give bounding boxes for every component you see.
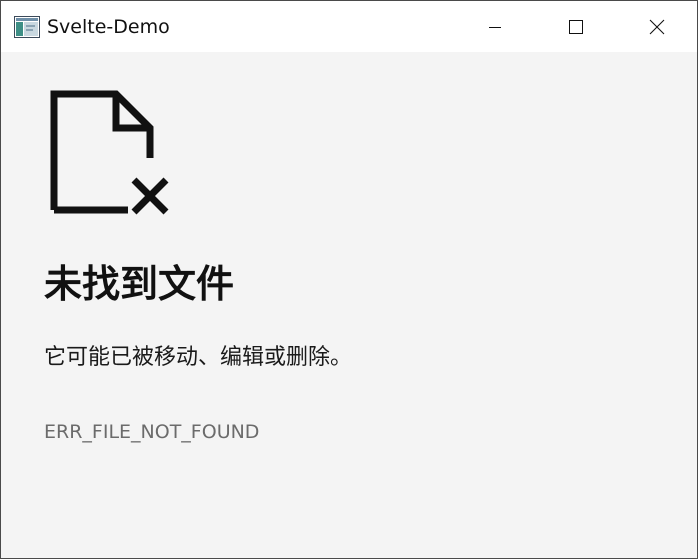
minimize-button[interactable] xyxy=(472,1,518,52)
minimize-icon xyxy=(489,26,501,28)
app-window: Svelte-Demo 未找到文件 它可能已被移动、编辑或删除。 ERR_FIL… xyxy=(0,0,698,559)
title-bar[interactable]: Svelte-Demo xyxy=(1,1,697,52)
close-icon xyxy=(649,19,665,34)
error-heading: 未找到文件 xyxy=(44,262,235,306)
error-message: 它可能已被移动、编辑或删除。 xyxy=(44,345,353,370)
window-title: Svelte-Demo xyxy=(47,16,170,38)
close-button[interactable] xyxy=(634,1,680,52)
app-icon xyxy=(14,16,40,38)
error-code: ERR_FILE_NOT_FOUND xyxy=(44,421,260,443)
maximize-button[interactable] xyxy=(553,1,599,52)
file-not-found-icon xyxy=(50,90,169,215)
maximize-icon xyxy=(569,19,583,34)
error-page: 未找到文件 它可能已被移动、编辑或删除。 ERR_FILE_NOT_FOUND xyxy=(1,52,697,558)
